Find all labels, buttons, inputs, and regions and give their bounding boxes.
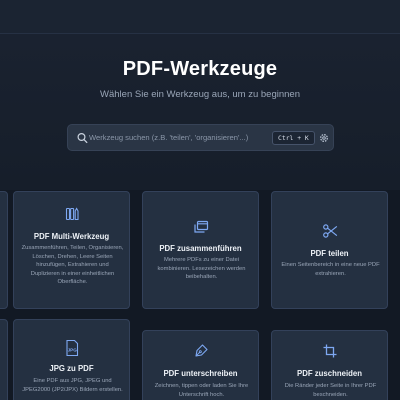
tool-card-description: Die Ränder jeder Seite in Ihrer PDF besc…: [284, 383, 377, 398]
tool-card-description: Zusammenführen, Teilen, Organisieren, Lö…: [21, 245, 124, 286]
keyboard-shortcut-badge: Ctrl + K: [272, 131, 315, 145]
tool-card-description: Mehrere PDFs zu einer Datei kombinieren.…: [157, 257, 246, 281]
tool-card-partial-left[interactable]: [0, 191, 8, 309]
tool-card-title: PDF Multi-Werkzeug: [33, 232, 110, 241]
tool-card-title: PDF zusammenführen: [159, 244, 242, 253]
tool-card-jpg-to-pdf[interactable]: JPG JPG zu PDF Eine PDF aus JPG, JPEG un…: [13, 319, 130, 400]
tool-card-split-pdf[interactable]: PDF teilen Einen Seitenbereich in eine n…: [271, 191, 388, 309]
tool-card-description: Zeichnen, tippen oder laden Sie Ihre Unt…: [154, 383, 249, 398]
tool-card-description: Eine PDF aus JPG, JPEG und JPEG2000 (JP2…: [22, 378, 123, 393]
search-input[interactable]: Werkzeug suchen (z.B. 'teilen', 'organis…: [89, 133, 248, 142]
svg-text:JPG: JPG: [67, 347, 77, 352]
gear-icon[interactable]: [318, 131, 330, 143]
tool-card-crop-pdf[interactable]: PDF zuschneiden Die Ränder jeder Seite i…: [271, 330, 388, 400]
scissors-icon: [272, 223, 387, 239]
top-navigation-bar: [0, 0, 400, 34]
tool-card-title: PDF teilen: [310, 249, 349, 258]
tool-card-title: PDF zuschneiden: [297, 369, 362, 378]
merge-pages-icon: [143, 219, 258, 235]
page-title: PDF-Werkzeuge: [122, 58, 278, 80]
search-icon: [76, 131, 90, 145]
tool-card-multi-tool[interactable]: PDF Multi-Werkzeug Zusammenführen, Teile…: [13, 191, 130, 309]
tool-card-sign-pdf[interactable]: PDF unterschreiben Zeichnen, tippen oder…: [142, 330, 259, 400]
crop-icon: [272, 343, 387, 359]
tool-card-merge-pdf[interactable]: PDF zusammenführen Mehrere PDFs zu einer…: [142, 191, 259, 309]
tool-search-box[interactable]: Werkzeug suchen (z.B. 'teilen', 'organis…: [67, 124, 334, 151]
pen-nib-icon: [143, 343, 258, 359]
tool-card-description: Einen Seitenbereich in eine neue PDF ext…: [281, 262, 380, 277]
tool-card-title: PDF unterschreiben: [163, 369, 238, 378]
tool-card-title: JPG zu PDF: [49, 364, 94, 373]
tool-card-partial-left[interactable]: [0, 319, 8, 400]
toolbox-icon: [14, 206, 129, 222]
jpg-file-icon: JPG: [14, 339, 129, 357]
page-subtitle: Wählen Sie ein Werkzeug aus, um zu begin…: [100, 89, 300, 100]
